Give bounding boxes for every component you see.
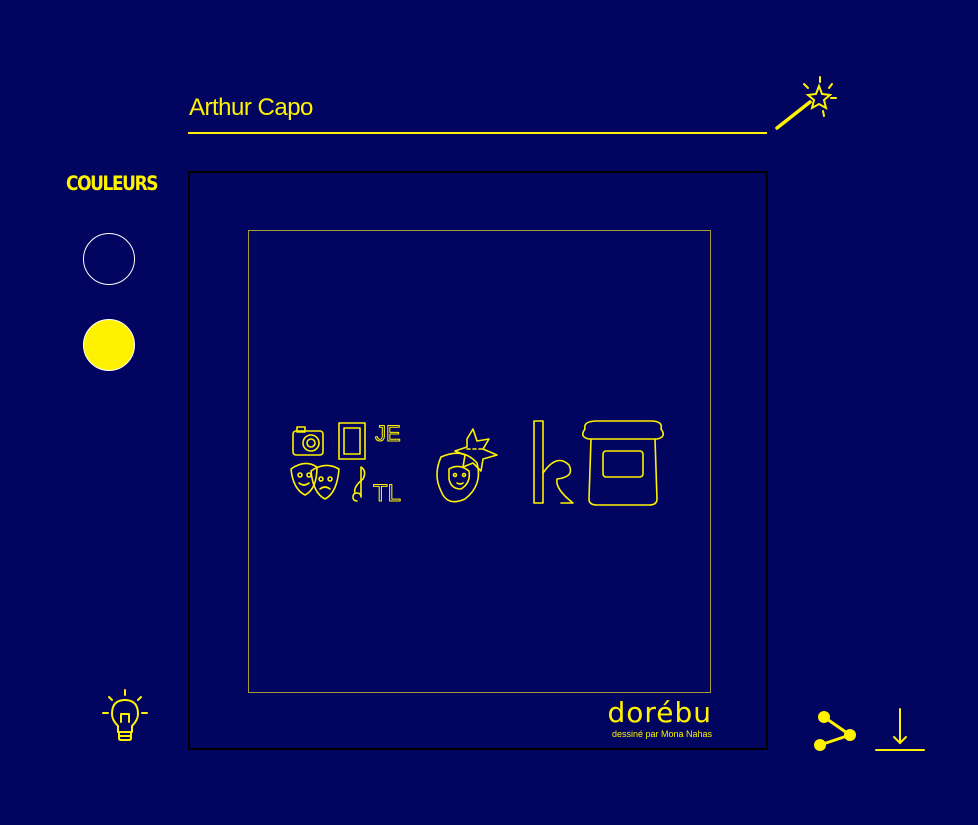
rebus-drawing: JE TL [290,420,665,507]
magic-wand-icon[interactable] [772,76,840,132]
color-swatch-navy[interactable] [83,233,135,285]
picture-frame-icon [338,422,366,460]
brand-subtitle: dessiné par Mona Nahas [611,729,712,739]
rebus-canvas: JE TL dorébu dessiné par Mona Nahas [188,171,768,750]
letter-k-icon [533,420,574,504]
treble-clef-icon [352,466,366,502]
download-icon[interactable] [874,705,926,755]
brand-logo: dorébu [607,696,712,729]
rebus-text-tl: TL [373,480,401,507]
name-input[interactable] [189,90,749,126]
name-field[interactable] [188,86,767,134]
colors-title: COULEURS [66,172,159,196]
theatre-masks-icon [290,462,340,500]
rebus-text-je: JE [375,421,401,446]
lightbulb-icon[interactable] [100,688,150,744]
lion-head-icon [436,452,480,503]
star-icon [454,428,498,472]
jam-jar-icon [581,420,665,506]
color-swatch-yellow[interactable] [83,319,135,371]
camera-icon [292,426,324,456]
share-icon[interactable] [810,707,860,753]
